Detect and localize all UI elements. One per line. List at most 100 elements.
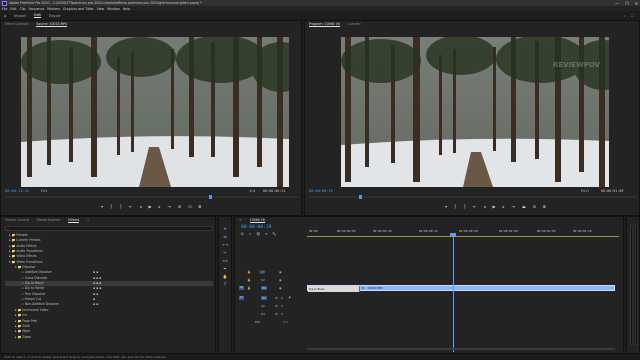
maximize-button[interactable]: ❐: [625, 1, 629, 6]
source-fit-dropdown[interactable]: Fit: [41, 189, 47, 193]
effects-search-bar[interactable]: ⌕: [5, 226, 213, 232]
lock-icon[interactable]: 🔒: [247, 278, 251, 282]
wrench-icon[interactable]: 🔧: [272, 232, 276, 236]
workspace-import[interactable]: Import: [14, 14, 26, 18]
voiceover-icon[interactable]: 🎤: [287, 296, 291, 300]
solo-button[interactable]: S: [281, 312, 283, 316]
mute-button[interactable]: M: [275, 304, 278, 308]
program-scrubber[interactable]: [309, 195, 637, 199]
source-scrubber[interactable]: [5, 195, 299, 199]
snap-icon[interactable]: ∩: [249, 232, 252, 236]
dip-to-black-transition[interactable]: Dip to Black: [308, 286, 360, 292]
solo-button[interactable]: S: [281, 296, 283, 300]
source-resolution[interactable]: 1/4: [249, 189, 255, 193]
program-timecode[interactable]: 00:00:00:19: [309, 189, 333, 193]
tab-effect-controls[interactable]: Effect Controls: [5, 22, 28, 26]
add-marker-icon[interactable]: ▾: [266, 232, 268, 236]
tab-overflow[interactable]: »: [87, 218, 89, 222]
mute-button[interactable]: M: [275, 296, 278, 300]
lock-icon[interactable]: 🔒: [247, 270, 251, 274]
step-back-icon[interactable]: ◂: [139, 204, 141, 209]
source-patch-a1[interactable]: A1: [239, 296, 244, 300]
selection-tool-icon[interactable]: ➤: [223, 226, 228, 231]
tab-timeline[interactable]: 10060 (9): [249, 218, 266, 223]
lock-icon[interactable]: 🔒: [247, 286, 251, 290]
eye-icon[interactable]: ◉: [279, 278, 282, 282]
program-playhead[interactable]: [359, 195, 362, 199]
insert-icon[interactable]: ⊞: [178, 204, 181, 209]
tab-project[interactable]: Project: Unseld: [5, 218, 29, 222]
source-playhead[interactable]: [209, 195, 212, 199]
mark-out-icon[interactable]: }: [120, 204, 123, 209]
lift-icon[interactable]: ⏏: [522, 204, 526, 209]
play-icon[interactable]: ▶: [148, 204, 151, 209]
timeline-close-icon[interactable]: ✕: [239, 218, 242, 222]
solo-button[interactable]: S: [281, 304, 283, 308]
add-marker-icon[interactable]: ▾: [101, 204, 103, 209]
timeline-timecode[interactable]: 00:00:00:19: [241, 225, 271, 230]
effect-item[interactable]: ▸ 📁 Zoom: [5, 335, 213, 340]
play-icon[interactable]: ▶: [492, 204, 495, 209]
menu-clip[interactable]: Clip: [20, 7, 26, 11]
eye-icon[interactable]: ◉: [279, 286, 282, 290]
home-icon[interactable]: ⌂: [4, 14, 6, 18]
eye-icon[interactable]: ◉: [279, 270, 282, 274]
work-area-bar[interactable]: [307, 236, 619, 237]
menu-help[interactable]: Help: [123, 7, 130, 11]
workspace-edit[interactable]: Edit: [33, 13, 41, 18]
go-to-out-icon[interactable]: ⇥: [512, 204, 515, 209]
tab-media-browser[interactable]: Media Browser: [37, 218, 61, 222]
close-button[interactable]: ✕: [635, 1, 638, 6]
mark-out-icon[interactable]: }: [464, 204, 467, 209]
tab-source[interactable]: Source: 10015.MP4: [36, 22, 68, 27]
minimize-button[interactable]: —: [615, 1, 619, 6]
export-frame-icon[interactable]: ⌸: [199, 204, 201, 209]
razor-tool-icon[interactable]: ✂: [223, 250, 228, 255]
linked-selection-icon[interactable]: ⛓: [256, 232, 260, 236]
step-forward-icon[interactable]: ▸: [503, 204, 505, 209]
tab-program[interactable]: Program: 10060 (9): [309, 22, 341, 27]
mark-in-icon[interactable]: {: [110, 204, 113, 209]
mute-button[interactable]: M: [275, 312, 278, 316]
tab-lumetri[interactable]: Lumetri: [348, 22, 360, 26]
step-back-icon[interactable]: ◂: [483, 204, 485, 209]
type-tool-icon[interactable]: T: [223, 282, 228, 287]
go-to-in-icon[interactable]: ⇤: [129, 204, 132, 209]
search-icon[interactable]: ⌕: [623, 14, 625, 18]
workspace-export[interactable]: Export: [49, 14, 61, 18]
timeline-playhead[interactable]: [453, 234, 454, 352]
go-to-in-icon[interactable]: ⇤: [473, 204, 476, 209]
source-timecode[interactable]: 00:00:14:22: [5, 189, 29, 193]
source-monitor: Effect Controls Source: 10015.MP4 00:00:…: [0, 20, 302, 216]
hand-tool-icon[interactable]: ✋: [223, 274, 228, 279]
menu-file[interactable]: File: [2, 7, 7, 11]
timeline-scrollbar[interactable]: [307, 348, 615, 350]
pen-tool-icon[interactable]: ✒: [223, 266, 228, 271]
go-to-out-icon[interactable]: ⇥: [168, 204, 171, 209]
extract-icon[interactable]: ⊟: [533, 204, 536, 209]
menu-markers[interactable]: Markers: [47, 7, 60, 11]
program-duration: 00:00:01:09: [601, 189, 624, 193]
mix-value[interactable]: 0.0: [283, 320, 288, 324]
menu-edit[interactable]: Edit: [10, 7, 16, 11]
fullscreen-icon[interactable]: ⛶: [631, 14, 634, 18]
export-frame-icon[interactable]: ⌸: [543, 204, 545, 209]
source-patch-v1[interactable]: V1: [239, 286, 244, 290]
menu-sequence[interactable]: Sequence: [29, 7, 45, 11]
v1-clip[interactable]: Dip to Black fx 10015.MP4: [307, 285, 615, 292]
ripple-edit-tool-icon[interactable]: ⟷: [223, 242, 229, 247]
tab-effects[interactable]: Effects: [68, 218, 80, 223]
step-forward-icon[interactable]: ▸: [159, 204, 161, 209]
track-select-tool-icon[interactable]: ⇉: [223, 234, 228, 239]
menu-graphics[interactable]: Graphics and Titles: [63, 7, 94, 11]
menu-window[interactable]: Window: [107, 7, 120, 11]
menu-view[interactable]: View: [97, 7, 105, 11]
nest-icon[interactable]: ⧉: [241, 232, 244, 236]
mark-in-icon[interactable]: {: [454, 204, 457, 209]
overwrite-icon[interactable]: ⊡: [188, 204, 191, 209]
add-marker-icon[interactable]: ▾: [445, 204, 447, 209]
program-fit-dropdown[interactable]: Full: [581, 189, 589, 193]
timeline-playhead-handle[interactable]: [450, 233, 456, 236]
slip-tool-icon[interactable]: ⟺: [223, 258, 229, 263]
timeline-ruler[interactable]: 00:00 00:00:00:05 00:00:00:10 00:00:00:1…: [307, 227, 619, 237]
